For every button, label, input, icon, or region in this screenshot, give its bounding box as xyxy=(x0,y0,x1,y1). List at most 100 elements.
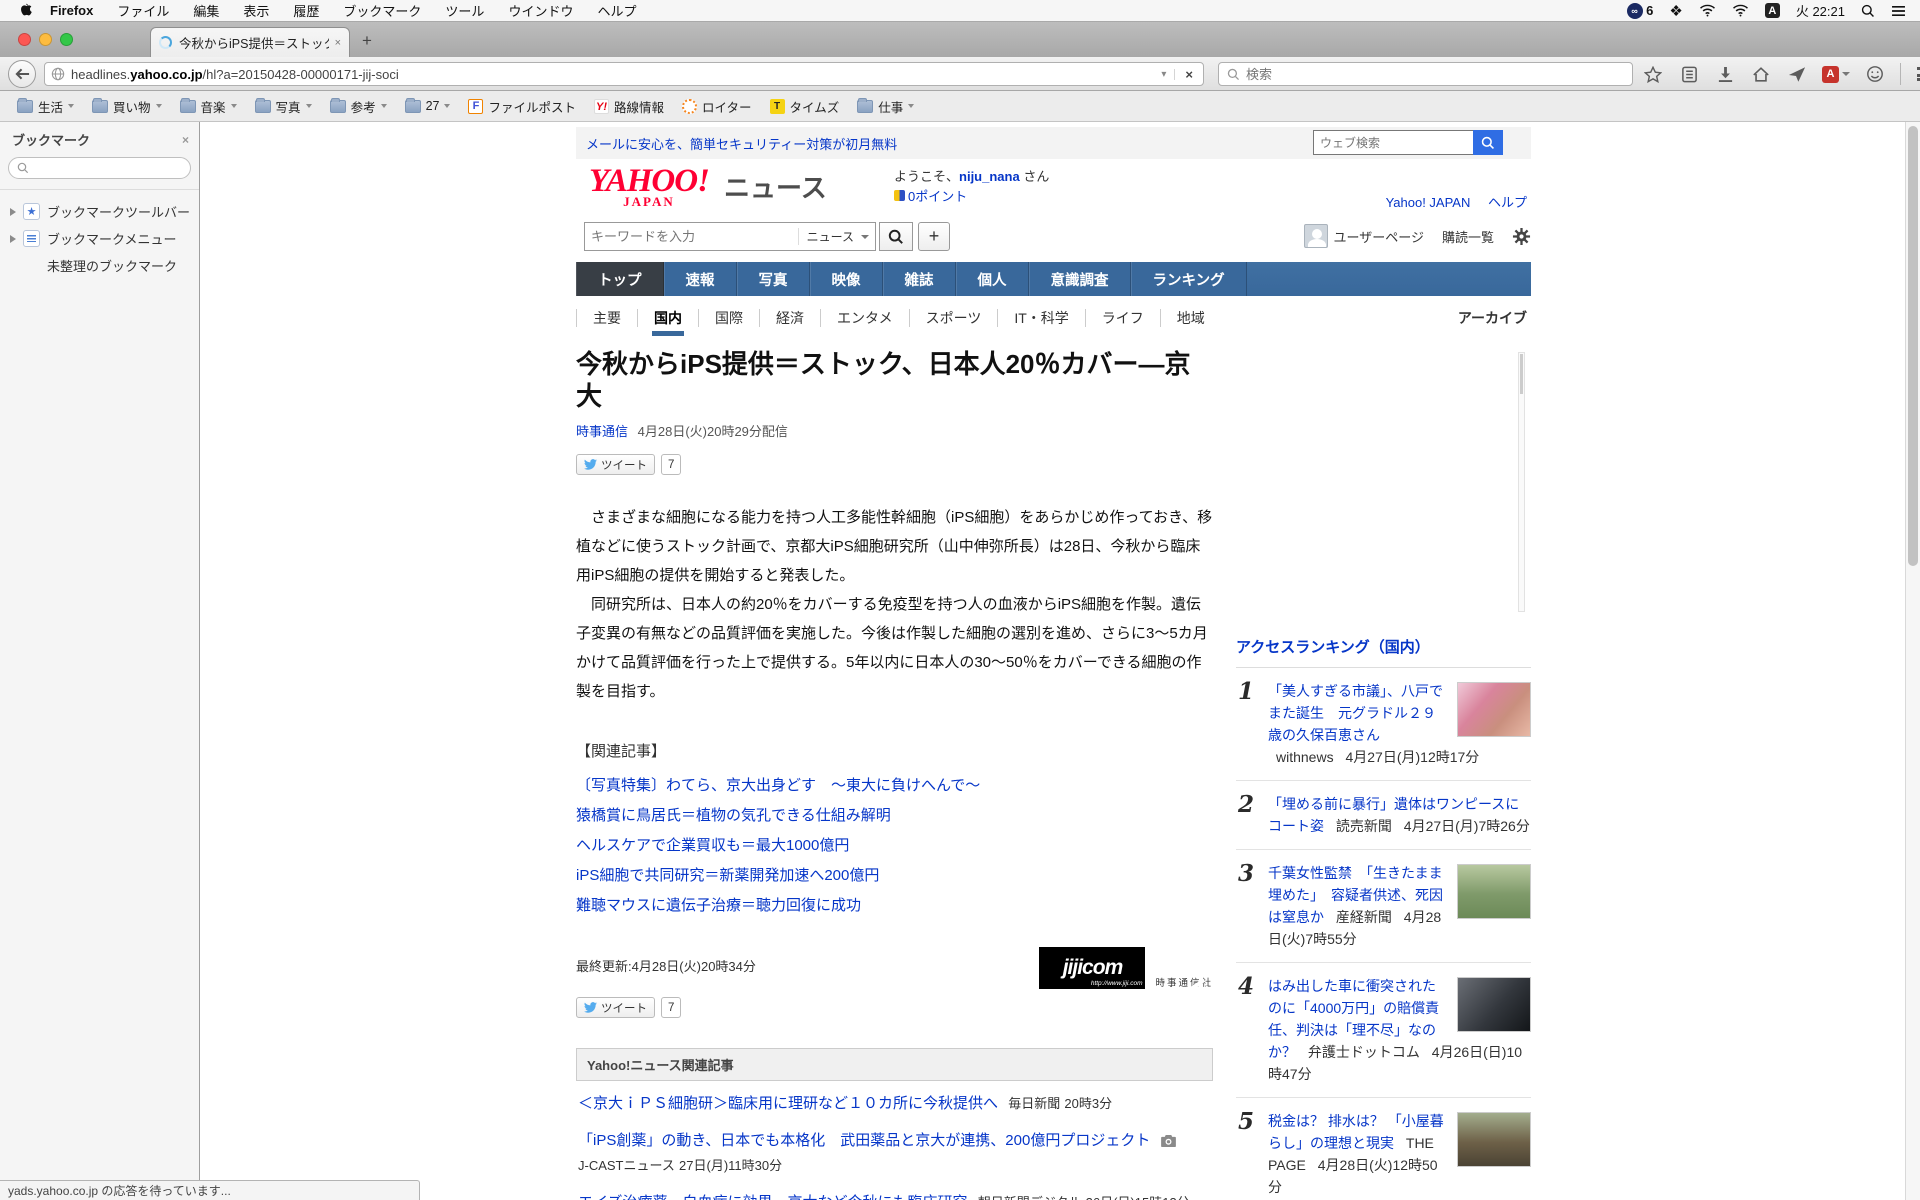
yahoo-japan-link[interactable]: Yahoo! JAPAN xyxy=(1386,195,1471,210)
scrollbar-thumb[interactable] xyxy=(1908,126,1918,566)
menu-item[interactable]: ファイル xyxy=(117,1,169,20)
related-article-link[interactable]: 〔写真特集〕わてら、京大出身どす ～東大に負けへんで～ xyxy=(576,771,1213,801)
subnav-item[interactable]: 国内 xyxy=(637,309,698,327)
sidebar-search-box[interactable] xyxy=(8,157,191,179)
back-button[interactable] xyxy=(8,60,36,88)
add-tab-button[interactable]: + xyxy=(918,222,950,251)
jiji-press-logo[interactable]: 時事通信社 xyxy=(1155,973,1213,989)
site-identity-globe-icon[interactable] xyxy=(51,67,65,81)
service-name[interactable]: ニュース xyxy=(724,168,827,205)
article-thumbnail[interactable] xyxy=(1457,864,1531,919)
nav-tab[interactable]: 映像 xyxy=(810,262,883,296)
bookmark-item[interactable]: 生活 xyxy=(10,94,81,119)
related-news-link[interactable]: エイズ治療薬、白血病に効果 京大など今秋にも臨床研究 xyxy=(578,1194,968,1200)
tab-close-icon[interactable]: × xyxy=(335,37,341,49)
subnav-item[interactable]: エンタメ xyxy=(820,309,909,327)
expander-icon[interactable] xyxy=(10,208,16,216)
subscriptions-link[interactable]: 購読一覧 xyxy=(1442,227,1494,246)
menubar-clock[interactable]: 火 22:21 xyxy=(1796,1,1845,20)
share-icon[interactable] xyxy=(1786,63,1808,85)
bookmark-item[interactable]: T タイムズ xyxy=(763,94,847,119)
related-article-link[interactable]: 難聴マウスに遺伝子治療＝聴力回復に成功 xyxy=(576,891,1213,921)
bookmark-item[interactable]: 参考 xyxy=(323,94,394,119)
subnav-item[interactable]: 経済 xyxy=(759,309,820,327)
jijicom-logo[interactable]: jijicom http://www.jiji.com xyxy=(1039,947,1145,989)
yahoo-japan-logo[interactable]: YAHOO! JAPAN xyxy=(584,166,714,210)
subnav-item[interactable]: 地域 xyxy=(1160,309,1221,327)
nav-tab[interactable]: 意識調査 xyxy=(1029,262,1131,296)
user-page-link[interactable]: ユーザーページ xyxy=(1304,224,1424,248)
related-article-link[interactable]: ヘルスケアで企業買収も＝最大1000億円 xyxy=(576,831,1213,861)
scrollbar[interactable] xyxy=(1905,122,1920,1200)
menu-hamburger-icon[interactable] xyxy=(1915,63,1920,85)
bookmark-item[interactable]: ロイター xyxy=(675,94,759,119)
related-article-link[interactable]: iPS細胞で共同研究＝新薬開発加速へ200億円 xyxy=(576,861,1213,891)
menu-item[interactable]: 編集 xyxy=(193,1,219,20)
minimize-window-button[interactable] xyxy=(39,33,52,46)
tweet-button[interactable]: ツイート xyxy=(576,997,655,1018)
menu-item[interactable]: ツール xyxy=(445,1,484,20)
nav-tab[interactable]: トップ xyxy=(576,262,664,296)
article-thumbnail[interactable] xyxy=(1457,1112,1531,1167)
adobe-acrobat-icon[interactable]: A xyxy=(1822,63,1850,85)
points-link[interactable]: 0ポイント xyxy=(908,186,967,205)
apple-menu-icon[interactable] xyxy=(18,3,32,19)
menu-item[interactable]: 履歴 xyxy=(293,1,319,20)
creative-cloud-icon[interactable]: ∞ 6 xyxy=(1627,3,1654,19)
article-thumbnail[interactable] xyxy=(1457,977,1531,1032)
stop-loading-button[interactable]: × xyxy=(1175,67,1197,82)
related-news-link[interactable]: 「iPS創薬」の動き、日本でも本格化 武田薬品と京大が連携、200億円プロジェク… xyxy=(578,1132,1150,1149)
bookmark-item[interactable]: 買い物 xyxy=(85,94,169,119)
ranking-article-link[interactable]: 「美人すぎる市議」、八戸でまた誕生 元グラドル２９歳の久保百恵さん xyxy=(1268,683,1443,743)
subnav-item[interactable]: 主要 xyxy=(576,309,637,327)
input-source-icon[interactable]: A xyxy=(1765,3,1780,18)
sidebar-close-icon[interactable]: × xyxy=(182,133,189,147)
subnav-item[interactable]: 国際 xyxy=(698,309,759,327)
menu-app-name[interactable]: Firefox xyxy=(50,3,93,18)
bookmark-item[interactable]: F ファイルポスト xyxy=(461,94,583,119)
menu-item[interactable]: ウインドウ xyxy=(508,1,573,20)
home-icon[interactable] xyxy=(1750,63,1772,85)
wifi-icon[interactable] xyxy=(1699,4,1716,17)
related-article-link[interactable]: 猿橋賞に鳥居氏＝植物の気孔できる仕組み解明 xyxy=(576,801,1213,831)
promo-link[interactable]: メールに安心を、簡単セキュリティー対策が初月無料 xyxy=(586,134,897,153)
article-source-link[interactable]: 時事通信 xyxy=(576,424,628,439)
url-bar[interactable]: headlines.yahoo.co.jp/hl?a=20150428-0000… xyxy=(44,62,1204,86)
close-window-button[interactable] xyxy=(18,33,31,46)
bookmark-item[interactable]: 仕事 xyxy=(850,94,921,119)
username-link[interactable]: niju_nana xyxy=(959,169,1020,184)
nav-tab[interactable]: 雑誌 xyxy=(883,262,956,296)
url-dropdown-icon[interactable]: ▾ xyxy=(1153,69,1175,80)
bookmark-item[interactable]: Y! 路線情報 xyxy=(587,94,671,119)
nav-tab[interactable]: 個人 xyxy=(956,262,1029,296)
bookmark-item[interactable]: 写真 xyxy=(248,94,319,119)
nav-tab[interactable]: ランキング xyxy=(1131,262,1247,296)
spotlight-search-icon[interactable] xyxy=(1861,4,1875,18)
archive-link[interactable]: アーカイブ xyxy=(1458,308,1531,328)
web-search-input[interactable] xyxy=(1313,130,1473,155)
bookmarks-panel-icon[interactable] xyxy=(1678,63,1700,85)
access-ranking-title[interactable]: アクセスランキング（国内） xyxy=(1236,636,1531,668)
sidebar-tree-item[interactable]: ブックマークメニュー xyxy=(0,225,199,252)
browser-tab[interactable]: 今秋からiPS提供＝ストック... × xyxy=(150,27,350,57)
subnav-item[interactable]: IT・科学 xyxy=(997,309,1084,327)
new-tab-button[interactable]: + xyxy=(362,32,372,49)
article-thumbnail[interactable] xyxy=(1457,682,1531,737)
help-link[interactable]: ヘルプ xyxy=(1488,195,1527,210)
news-search-button[interactable] xyxy=(879,222,913,251)
keyword-search-box[interactable]: ニュース xyxy=(584,222,876,251)
wifi-secondary-icon[interactable] xyxy=(1732,4,1749,17)
bookmark-item[interactable]: 27 xyxy=(398,96,458,116)
sidebar-tree-item[interactable]: ★ ブックマークツールバー xyxy=(0,198,199,225)
browser-search-box[interactable] xyxy=(1218,62,1633,86)
sidebar-tree-item[interactable]: 未整理のブックマーク xyxy=(0,252,199,279)
expander-icon[interactable] xyxy=(10,235,16,243)
dropbox-icon[interactable]: ❖ xyxy=(1669,2,1682,20)
downloads-icon[interactable] xyxy=(1714,63,1736,85)
bookmark-star-icon[interactable] xyxy=(1642,63,1664,85)
subnav-item[interactable]: スポーツ xyxy=(909,309,998,327)
tweet-button[interactable]: ツイート xyxy=(576,454,655,475)
settings-gear-icon[interactable] xyxy=(1512,227,1531,246)
menu-item[interactable]: ブックマーク xyxy=(343,1,421,20)
notification-center-icon[interactable] xyxy=(1891,5,1906,17)
